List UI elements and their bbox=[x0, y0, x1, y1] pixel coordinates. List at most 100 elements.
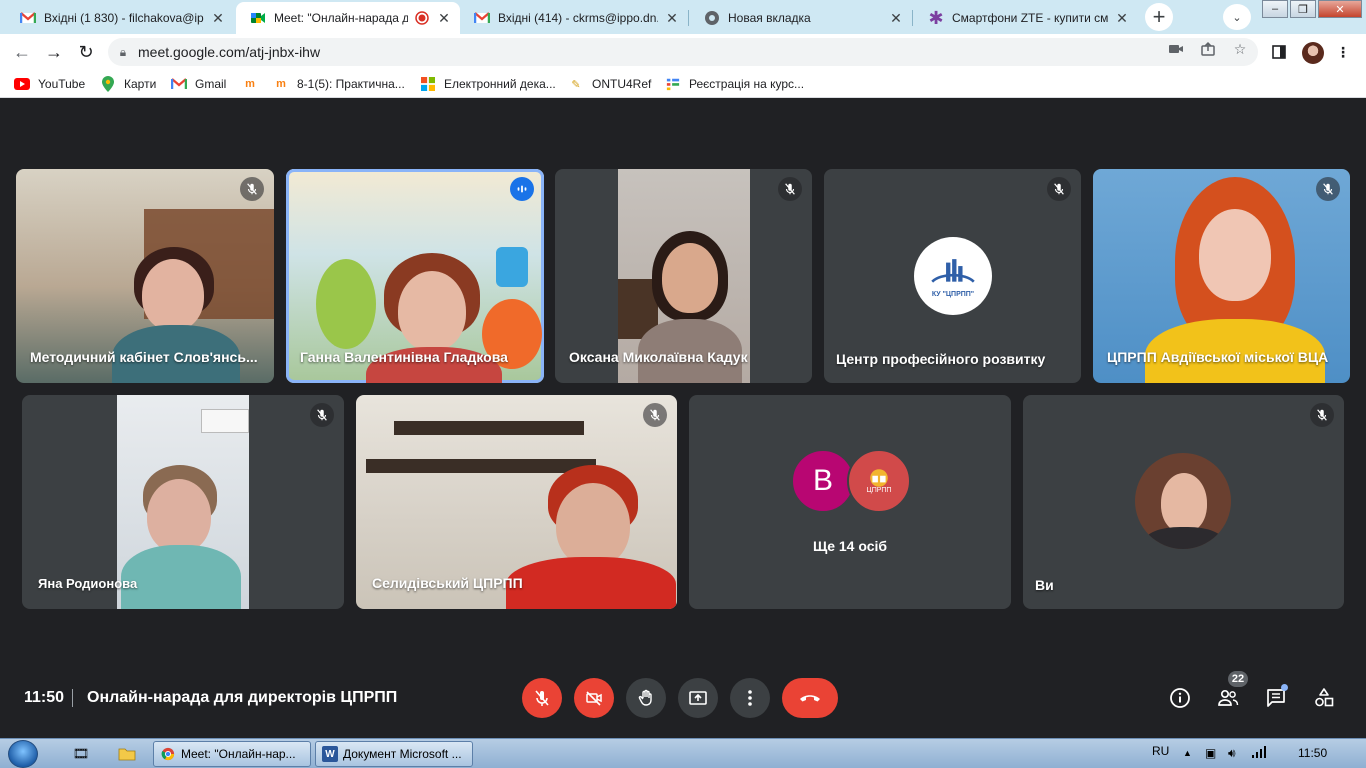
bookmark-gmail[interactable]: Gmail bbox=[171, 76, 226, 92]
star-icon[interactable]: ☆ bbox=[1232, 41, 1248, 57]
url-text: meet.google.com/atj-jnbx-ihw bbox=[138, 44, 321, 60]
bookmark-practical[interactable]: m 8-1(5): Практична... bbox=[273, 76, 405, 92]
maximize-button[interactable]: ❐ bbox=[1290, 0, 1316, 18]
close-icon[interactable]: ✕ bbox=[888, 10, 904, 26]
bookmark-youtube[interactable]: YouTube bbox=[14, 76, 85, 92]
profile-avatar[interactable] bbox=[1302, 42, 1324, 64]
network-icon[interactable] bbox=[1252, 746, 1266, 761]
others-tile[interactable]: В ЦПРПП Ще 14 осіб bbox=[689, 395, 1011, 609]
bookmark-maps[interactable]: Карти bbox=[100, 76, 156, 92]
maps-icon bbox=[100, 76, 116, 92]
bookmark-label: Gmail bbox=[195, 77, 227, 91]
more-options-button[interactable] bbox=[730, 678, 770, 718]
side-panel-icon[interactable] bbox=[1270, 43, 1288, 61]
meeting-clock: 11:50 bbox=[24, 689, 65, 706]
bookmarks-bar: YouTube Карти Gmail m m 8-1(5): Практичн… bbox=[0, 70, 1366, 98]
camera-button[interactable] bbox=[574, 678, 614, 718]
start-button[interactable] bbox=[8, 740, 38, 768]
microphone-button[interactable] bbox=[522, 678, 562, 718]
tab-meet[interactable]: Meet: "Онлайн-нарада дл ✕ bbox=[236, 2, 460, 34]
tab-label: Смартфони ZTE - купити смар bbox=[952, 11, 1108, 25]
tab-new[interactable]: Новая вкладка ✕ bbox=[690, 2, 912, 34]
mic-off-icon bbox=[643, 403, 667, 427]
tab-label: Новая вкладка bbox=[728, 11, 811, 25]
present-screen-button[interactable] bbox=[678, 678, 718, 718]
mic-off-icon bbox=[1047, 177, 1071, 201]
camera-off-icon bbox=[586, 691, 602, 706]
new-tab-button[interactable]: + bbox=[1145, 3, 1173, 31]
minimize-button[interactable]: – bbox=[1262, 0, 1288, 18]
leave-call-button[interactable] bbox=[782, 678, 838, 718]
participant-tile[interactable]: Методичний кабінет Слов'янсь... bbox=[16, 169, 274, 383]
tab-gmail-1[interactable]: Вхідні (1 830) - filchakova@ippo ✕ bbox=[6, 2, 234, 34]
hand-icon bbox=[638, 689, 652, 706]
participant-face bbox=[147, 479, 211, 553]
menu-icon[interactable]: ⋮ bbox=[1334, 43, 1352, 61]
bookmark-label: 8-1(5): Практична... bbox=[297, 77, 405, 91]
share-icon[interactable] bbox=[1200, 41, 1216, 57]
bookmark-label: YouTube bbox=[38, 77, 86, 91]
tab-zte[interactable]: ✱ Смартфони ZTE - купити смар ✕ bbox=[914, 2, 1138, 34]
forms-icon bbox=[665, 76, 681, 92]
folder-icon[interactable] bbox=[118, 745, 136, 763]
forward-button[interactable]: → bbox=[40, 38, 68, 66]
self-tile[interactable]: Ви bbox=[1023, 395, 1344, 609]
youtube-icon bbox=[14, 76, 30, 92]
participant-tile[interactable]: Ганна Валентинівна Гладкова bbox=[286, 169, 544, 383]
language-indicator[interactable]: RU bbox=[1152, 744, 1169, 758]
pencil-icon: ✎ bbox=[571, 78, 581, 91]
more-participants-label: Ще 14 осіб bbox=[812, 538, 888, 554]
media-icon[interactable]: 🎞︎ bbox=[72, 745, 90, 763]
activities-button[interactable] bbox=[1312, 686, 1336, 710]
participant-tile[interactable]: КУ "ЦПРПП" Центр професійного розвитку bbox=[824, 169, 1081, 383]
system-clock[interactable]: 11:50 bbox=[1298, 746, 1327, 760]
meeting-details-button[interactable] bbox=[1168, 686, 1192, 710]
participant-face bbox=[1161, 473, 1207, 533]
meeting-title: Онлайн-нарада для директорів ЦПРПП bbox=[87, 689, 398, 706]
people-button[interactable] bbox=[1216, 686, 1240, 710]
chrome-icon bbox=[704, 10, 720, 26]
participant-tile[interactable]: Селидівський ЦПРПП bbox=[356, 395, 677, 609]
bookmark-registration[interactable]: Реєстрація на курс... bbox=[665, 76, 804, 92]
bookmark-moodle[interactable]: m bbox=[242, 76, 266, 92]
reload-button[interactable]: ↻ bbox=[72, 38, 100, 66]
close-icon[interactable]: ✕ bbox=[436, 10, 452, 26]
bookmark-label: Електронний дека... bbox=[444, 77, 556, 91]
close-icon[interactable]: ✕ bbox=[210, 10, 226, 26]
tab-separator bbox=[688, 10, 689, 26]
participant-tile[interactable]: ЦПРПП Авдіївської міської ВЦА bbox=[1093, 169, 1350, 383]
chat-notification-dot bbox=[1281, 684, 1288, 691]
divider bbox=[72, 689, 73, 707]
raise-hand-button[interactable] bbox=[626, 678, 666, 718]
window-close-button[interactable]: ✕ bbox=[1318, 0, 1362, 18]
mic-off-icon bbox=[1310, 403, 1334, 427]
close-icon[interactable]: ✕ bbox=[664, 10, 680, 26]
book-logo-icon bbox=[870, 468, 888, 487]
participant-body bbox=[1145, 527, 1223, 549]
taskbar-item-chrome[interactable]: Meet: "Онлайн-нар... bbox=[153, 741, 311, 767]
building-logo-icon bbox=[931, 258, 975, 283]
bookmark-ontu4ref[interactable]: ✎ ONTU4Ref bbox=[568, 76, 651, 92]
close-icon[interactable]: ✕ bbox=[1114, 10, 1130, 26]
tray-app-icon[interactable]: ▣ bbox=[1205, 746, 1216, 760]
volume-icon[interactable]: 🔊︎ bbox=[1228, 746, 1236, 761]
chrome-icon bbox=[160, 746, 176, 762]
taskbar-item-word[interactable]: W Документ Microsoft ... bbox=[315, 741, 473, 767]
lock-icon: 🔒︎ bbox=[119, 44, 127, 59]
mic-off-icon bbox=[535, 690, 549, 706]
tray-expand-icon[interactable]: ▲ bbox=[1183, 748, 1192, 758]
participant-name: Оксана Миколаївна Кадук bbox=[569, 349, 748, 365]
mic-off-icon bbox=[778, 177, 802, 201]
participant-name: Яна Родионова bbox=[38, 576, 138, 591]
present-icon bbox=[689, 691, 707, 705]
camera-icon[interactable] bbox=[1168, 41, 1184, 57]
back-button[interactable]: ← bbox=[8, 38, 36, 66]
moodle-icon: m bbox=[245, 78, 255, 90]
address-bar[interactable]: 🔒︎ meet.google.com/atj-jnbx-ihw bbox=[108, 38, 1258, 66]
participant-tile[interactable]: Яна Родионова bbox=[22, 395, 344, 609]
bookmark-edeka[interactable]: Електронний дека... bbox=[420, 76, 556, 92]
participant-tile[interactable]: Оксана Миколаївна Кадук bbox=[555, 169, 812, 383]
wall-shelf bbox=[366, 459, 596, 473]
tab-gmail-2[interactable]: Вхідні (414) - ckrms@ippo.dn. ✕ bbox=[460, 2, 688, 34]
tab-search-button[interactable]: ⌄ bbox=[1223, 4, 1251, 30]
